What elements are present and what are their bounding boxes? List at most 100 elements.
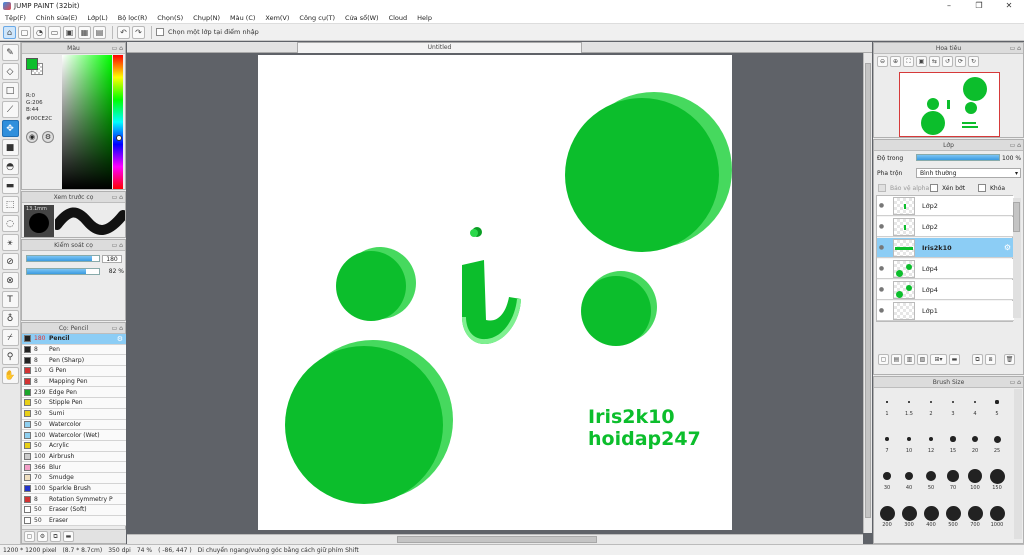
brush-size-option[interactable]: 400: [922, 505, 940, 528]
snap-layer-checkbox[interactable]: [156, 28, 164, 36]
panel-menu-icon[interactable]: ▭ ⌂: [1010, 377, 1021, 388]
select-rect-icon[interactable]: ⬚: [1, 196, 19, 213]
grid-icon[interactable]: ▦: [78, 25, 91, 39]
magic-wand-icon[interactable]: ⚹: [1, 234, 19, 251]
new-layer-icon[interactable]: ▢: [878, 354, 889, 365]
layer-row[interactable]: ● Lớp2: [877, 196, 1014, 216]
brush-list-item[interactable]: 50 Acrylic: [22, 440, 126, 452]
main-color-swatch[interactable]: [26, 58, 38, 70]
brush-size-option[interactable]: 7: [878, 431, 896, 454]
move-tool-icon[interactable]: ✥: [1, 120, 19, 137]
layer-row[interactable]: ● Lớp4: [877, 259, 1014, 279]
brush-list-item[interactable]: 100 Airbrush: [22, 451, 126, 463]
new-file-icon[interactable]: ▢: [18, 25, 31, 39]
layer-row[interactable]: ● Iris2k10 ⚙: [877, 238, 1014, 258]
hue-slider[interactable]: [113, 55, 123, 189]
menu-color[interactable]: Màu (C): [225, 14, 260, 22]
visibility-eye-icon[interactable]: ●: [877, 286, 886, 293]
brush-list-item[interactable]: 70 Smudge: [22, 472, 126, 484]
protect-alpha-checkbox[interactable]: [878, 184, 886, 192]
rotate-left-icon[interactable]: ↺: [942, 56, 953, 67]
brush-list-item[interactable]: 50 Eraser: [22, 515, 126, 527]
new-layer-8bit-icon[interactable]: ▤: [891, 354, 902, 365]
brush-size-option[interactable]: 1: [878, 394, 896, 417]
flip-icon[interactable]: ⇆: [929, 56, 940, 67]
brush-size-option[interactable]: 2: [922, 394, 940, 417]
brush-size-option[interactable]: 10: [900, 431, 918, 454]
hand-tool-icon[interactable]: ✋: [1, 367, 19, 384]
layer-row[interactable]: ● Lớp2: [877, 217, 1014, 237]
balloon-tool-icon[interactable]: ♁: [1, 310, 19, 327]
brush-folder-icon[interactable]: ▬: [63, 531, 74, 542]
undo-icon[interactable]: ↶: [117, 25, 130, 39]
document-tab[interactable]: Untitled: [297, 42, 582, 53]
eraser-tool-icon[interactable]: ◇: [1, 63, 19, 80]
layer-row[interactable]: ● Lớp4: [877, 280, 1014, 300]
comment-icon[interactable]: ▭: [48, 25, 61, 39]
brush-opacity-slider[interactable]: [26, 268, 100, 275]
brush-size-option[interactable]: 12: [922, 431, 940, 454]
panel-menu-icon[interactable]: ▭ ⌂: [112, 323, 123, 334]
visibility-eye-icon[interactable]: ●: [877, 265, 886, 272]
duplicate-layer-icon[interactable]: ⧉: [972, 354, 983, 365]
visibility-eye-icon[interactable]: ●: [877, 307, 886, 314]
brush-size-slider[interactable]: [26, 255, 100, 262]
brush-list-item[interactable]: 50 Stipple Pen: [22, 398, 126, 409]
actual-size-icon[interactable]: ▣: [916, 56, 927, 67]
brush-list-item[interactable]: 10 G Pen: [22, 366, 126, 377]
brush-size-option[interactable]: 50: [922, 468, 940, 491]
visibility-eye-icon[interactable]: ●: [877, 244, 886, 251]
gear-icon[interactable]: ⚙: [1004, 243, 1011, 252]
navigator-thumbnail[interactable]: [899, 72, 1000, 137]
drawing-canvas[interactable]: Iris2k10 hoidap247: [258, 55, 732, 530]
brush-list-item[interactable]: 100 Watercolor (Wet): [22, 430, 126, 441]
brush-size-option[interactable]: 15: [944, 431, 962, 454]
brush-size-option[interactable]: 700: [966, 505, 984, 528]
fit-icon[interactable]: ⛶: [903, 56, 914, 67]
brush-size-option[interactable]: 3: [944, 394, 962, 417]
clip-option[interactable]: Xén bớt: [930, 184, 965, 192]
menu-cloud[interactable]: Cloud: [384, 14, 413, 22]
zoom-out-icon[interactable]: ⊖: [877, 56, 888, 67]
panel-menu-icon[interactable]: ▭ ⌂: [112, 240, 123, 251]
minimize-icon[interactable]: –: [934, 0, 964, 12]
menu-edit[interactable]: Chỉnh sửa(E): [31, 14, 82, 22]
new-layer-1bit-icon[interactable]: ▥: [904, 354, 915, 365]
menu-tools[interactable]: Công cụ(T): [294, 14, 340, 22]
menu-window[interactable]: Cửa sổ(W): [340, 14, 384, 22]
brush-size-scrollbar[interactable]: [1014, 389, 1022, 539]
menu-file[interactable]: Tệp(F): [0, 14, 31, 22]
menu-filter[interactable]: Bộ lọc(R): [113, 14, 152, 22]
menu-capture[interactable]: Chụp(N): [188, 14, 225, 22]
brush-size-option[interactable]: 1000: [988, 505, 1006, 528]
layer-scroll-thumb[interactable]: [1013, 202, 1020, 232]
menu-help[interactable]: Help: [412, 14, 437, 22]
text-tool-icon[interactable]: T: [1, 291, 19, 308]
brush-size-option[interactable]: 25: [988, 431, 1006, 454]
pen-tool-icon[interactable]: ✎: [1, 44, 19, 61]
brush-size-option[interactable]: 300: [900, 505, 918, 528]
redo-icon[interactable]: ↷: [132, 25, 145, 39]
brush-list-item[interactable]: 8 Pen: [22, 344, 126, 356]
layer-opacity-slider[interactable]: [916, 154, 1000, 161]
fill-rect-tool-icon[interactable]: ■: [1, 139, 19, 156]
clip-checkbox[interactable]: [930, 184, 938, 192]
brush-list-item[interactable]: 8 Mapping Pen: [22, 376, 126, 388]
gradient-tool-icon[interactable]: ▬: [1, 177, 19, 194]
brush-list-item[interactable]: 366 Blur: [22, 462, 126, 473]
protect-alpha-option[interactable]: Bảo vệ alpha: [878, 184, 929, 192]
gear-icon[interactable]: ⚙: [117, 335, 123, 343]
color-picker-icon[interactable]: ◉: [26, 131, 38, 143]
merge-layer-icon[interactable]: ⧈: [985, 354, 996, 365]
line-tool-icon[interactable]: ⟋: [1, 101, 19, 118]
brush-size-value[interactable]: 180: [102, 255, 122, 263]
eyedropper-icon[interactable]: ⚲: [1, 348, 19, 365]
vertical-scroll-thumb[interactable]: [865, 63, 871, 518]
brush-size-option[interactable]: 200: [878, 505, 896, 528]
brush-size-option[interactable]: 30: [878, 468, 896, 491]
horizontal-scroll-thumb[interactable]: [397, 536, 597, 543]
horizontal-scrollbar[interactable]: [127, 534, 863, 544]
rectangle-tool-icon[interactable]: □: [1, 82, 19, 99]
hue-handle[interactable]: [116, 135, 122, 141]
menu-select[interactable]: Chọn(S): [152, 14, 188, 22]
